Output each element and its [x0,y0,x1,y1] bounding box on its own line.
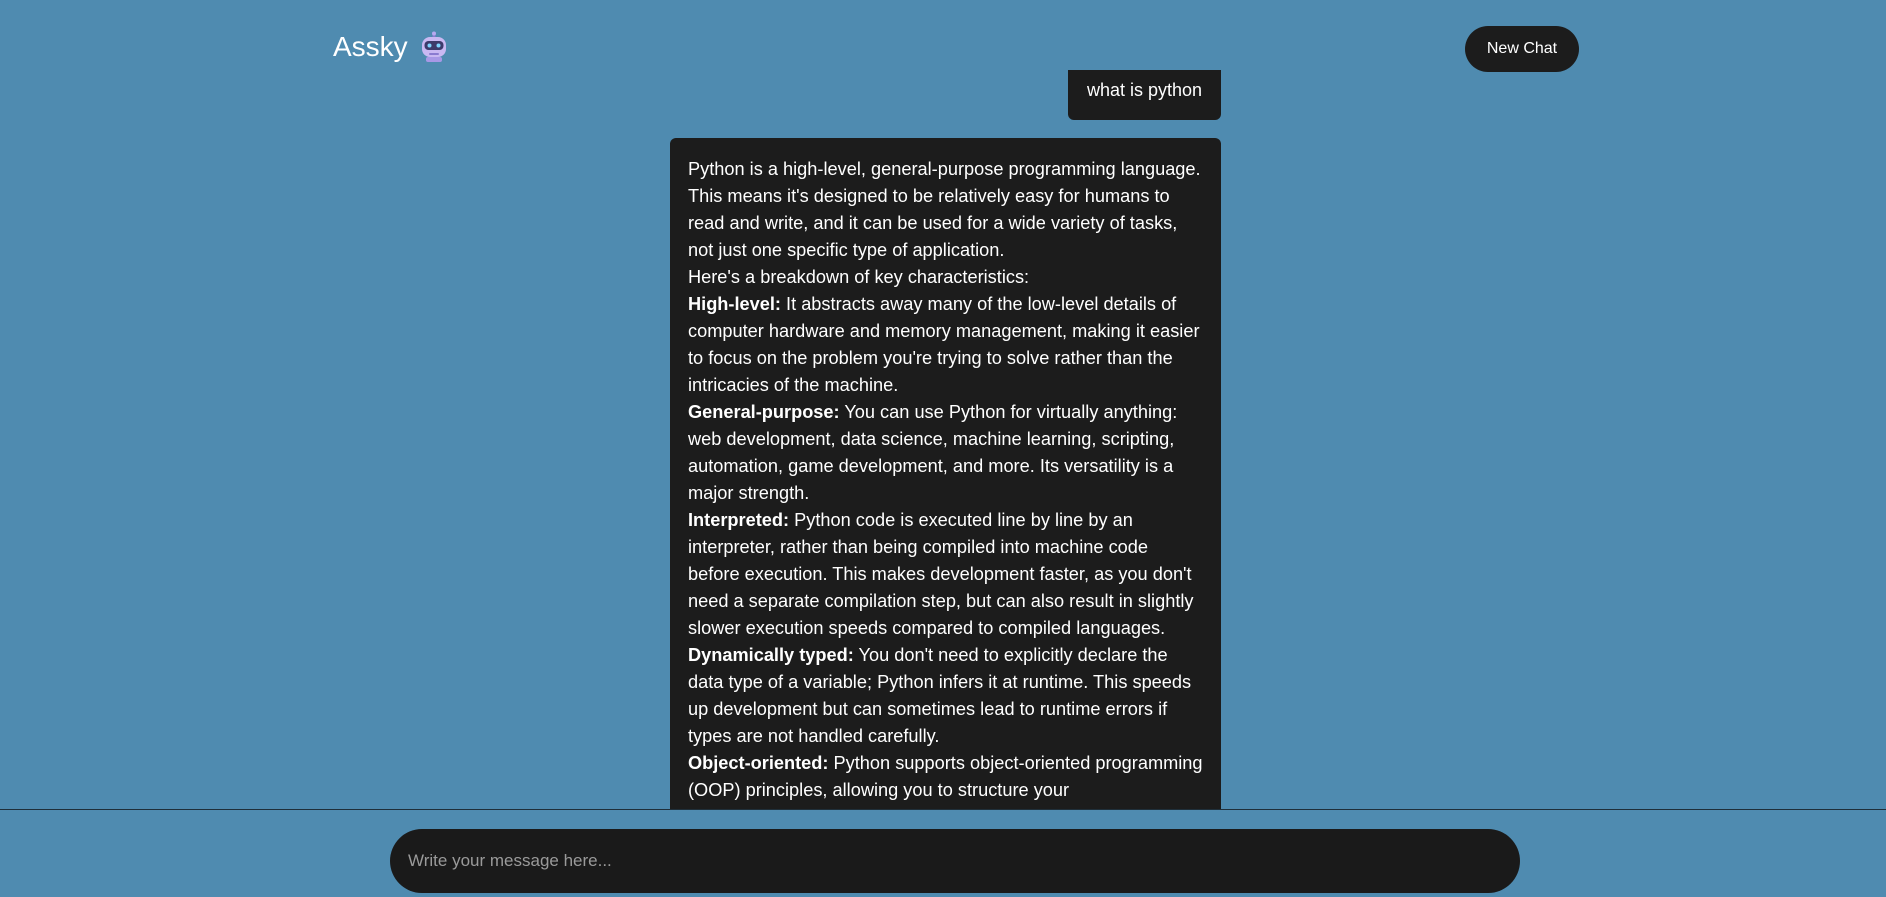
message-input[interactable] [390,829,1520,893]
assistant-message-bubble: Python is a high-level, general-purpose … [670,138,1221,809]
point-title: Object-oriented: [688,753,829,773]
point-dynamically-typed: Dynamically typed: You don't need to exp… [688,642,1203,750]
user-message-bubble: what is python [1068,70,1221,120]
point-interpreted: Interpreted: Python code is executed lin… [688,507,1203,642]
new-chat-button[interactable]: New Chat [1465,26,1579,72]
app-brand: Assky [333,31,450,63]
chat-app: what is python Python is a high-level, g… [0,0,1886,897]
assistant-intro: Python is a high-level, general-purpose … [688,159,1201,260]
composer-bar [0,809,1886,897]
app-title: Assky [333,31,408,62]
point-title: High-level: [688,294,781,314]
point-title: General-purpose: [688,402,840,422]
point-high-level: High-level: It abstracts away many of th… [688,291,1203,399]
chat-area[interactable]: what is python Python is a high-level, g… [0,0,1886,809]
point-object-oriented: Object-oriented: Python supports object-… [688,750,1203,804]
point-general-purpose: General-purpose: You can use Python for … [688,399,1203,507]
point-title: Interpreted: [688,510,790,530]
point-title: Dynamically typed: [688,645,854,665]
robot-icon [418,31,450,63]
user-message-text: what is python [1086,80,1203,100]
assistant-breakdown-intro: Here's a breakdown of key characteristic… [688,267,1030,287]
